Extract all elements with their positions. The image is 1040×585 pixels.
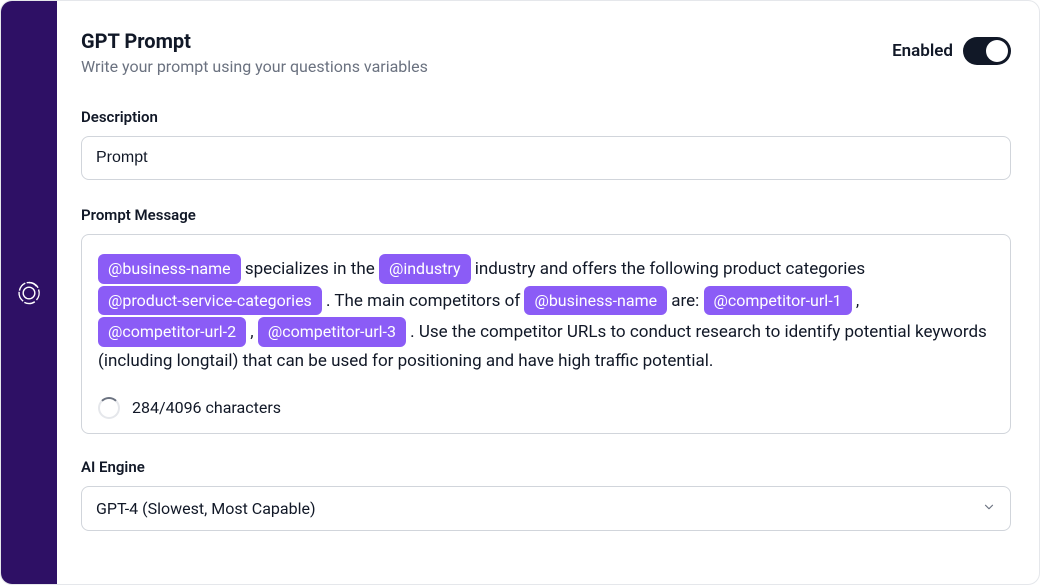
description-label: Description (81, 108, 1011, 126)
variable-token[interactable]: @competitor-url-3 (258, 317, 406, 347)
spinner-icon (98, 397, 120, 419)
enabled-toggle[interactable] (963, 37, 1011, 65)
variable-token[interactable]: @business-name (98, 254, 241, 284)
variable-token[interactable]: @business-name (524, 286, 667, 316)
description-input[interactable] (81, 136, 1011, 180)
variable-token[interactable]: @competitor-url-1 (704, 286, 852, 316)
ai-engine-select[interactable]: GPT-4 (Slowest, Most Capable) (81, 486, 1011, 531)
ai-engine-label: AI Engine (81, 458, 1011, 476)
variable-token[interactable]: @competitor-url-2 (98, 317, 246, 347)
page-title: GPT Prompt (81, 29, 892, 53)
variable-token[interactable]: @product-service-categories (98, 286, 322, 316)
prompt-content[interactable]: @business-name specializes in the @indus… (98, 253, 994, 375)
openai-icon (15, 279, 43, 307)
enabled-label: Enabled (892, 41, 953, 61)
sidebar (1, 1, 57, 584)
chevron-down-icon (982, 499, 996, 518)
ai-engine-value: GPT-4 (Slowest, Most Capable) (96, 499, 316, 518)
prompt-message-label: Prompt Message (81, 206, 1011, 224)
char-count: 284/4096 characters (132, 398, 281, 417)
variable-token[interactable]: @industry (379, 254, 471, 284)
main-content: GPT Prompt Write your prompt using your … (57, 1, 1039, 584)
prompt-message-box[interactable]: @business-name specializes in the @indus… (81, 234, 1011, 434)
page-subtitle: Write your prompt using your questions v… (81, 57, 892, 76)
